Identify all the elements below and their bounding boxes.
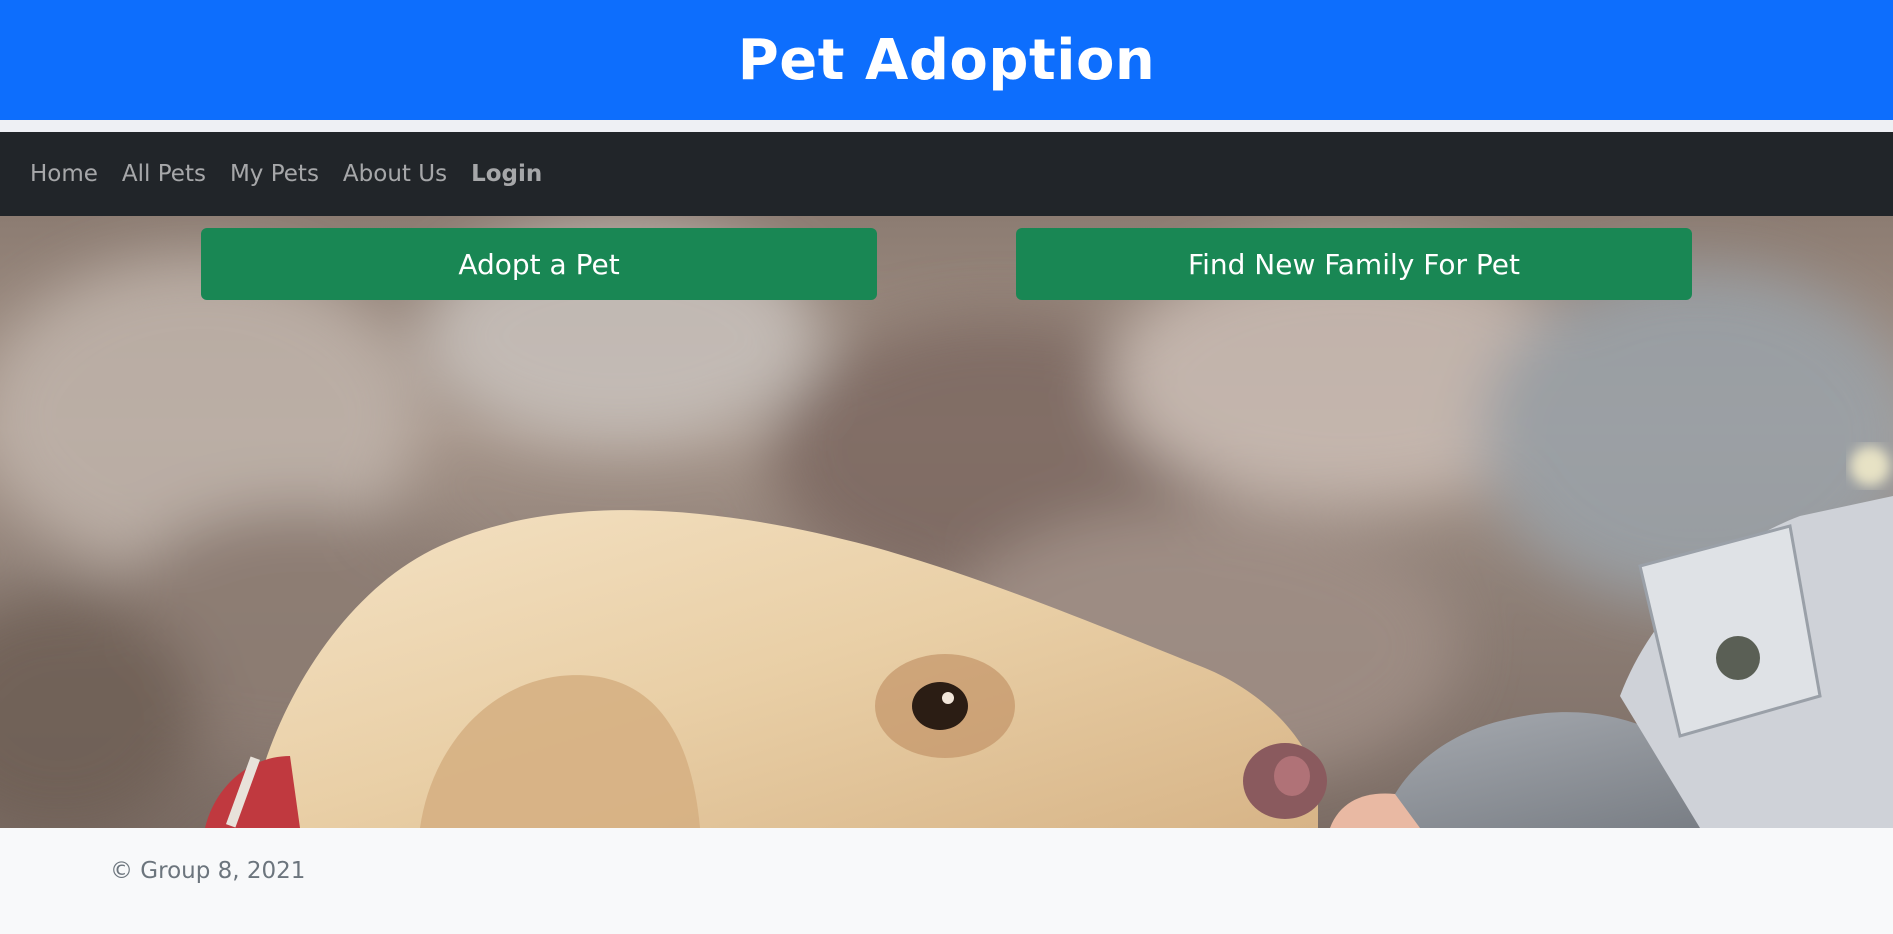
- nav-item-my-pets[interactable]: My Pets: [230, 161, 319, 187]
- adopt-pet-button[interactable]: Adopt a Pet: [201, 228, 877, 300]
- find-new-family-button[interactable]: Find New Family For Pet: [1016, 228, 1692, 300]
- nav-item-about-us[interactable]: About Us: [343, 161, 447, 187]
- site-header: Pet Adoption: [0, 0, 1893, 120]
- site-title: Pet Adoption: [737, 27, 1156, 93]
- header-divider: [0, 120, 1893, 132]
- nav-item-all-pets[interactable]: All Pets: [122, 161, 206, 187]
- nav-item-home[interactable]: Home: [30, 161, 98, 187]
- main-navbar: Home All Pets My Pets About Us Login: [0, 132, 1893, 216]
- hero-section: Adopt a Pet Find New Family For Pet: [0, 216, 1893, 828]
- copyright-text: © Group 8, 2021: [110, 858, 306, 884]
- nav-item-login[interactable]: Login: [471, 161, 542, 187]
- hero-dog-photo: [0, 226, 1893, 828]
- site-footer: © Group 8, 2021: [0, 828, 1893, 934]
